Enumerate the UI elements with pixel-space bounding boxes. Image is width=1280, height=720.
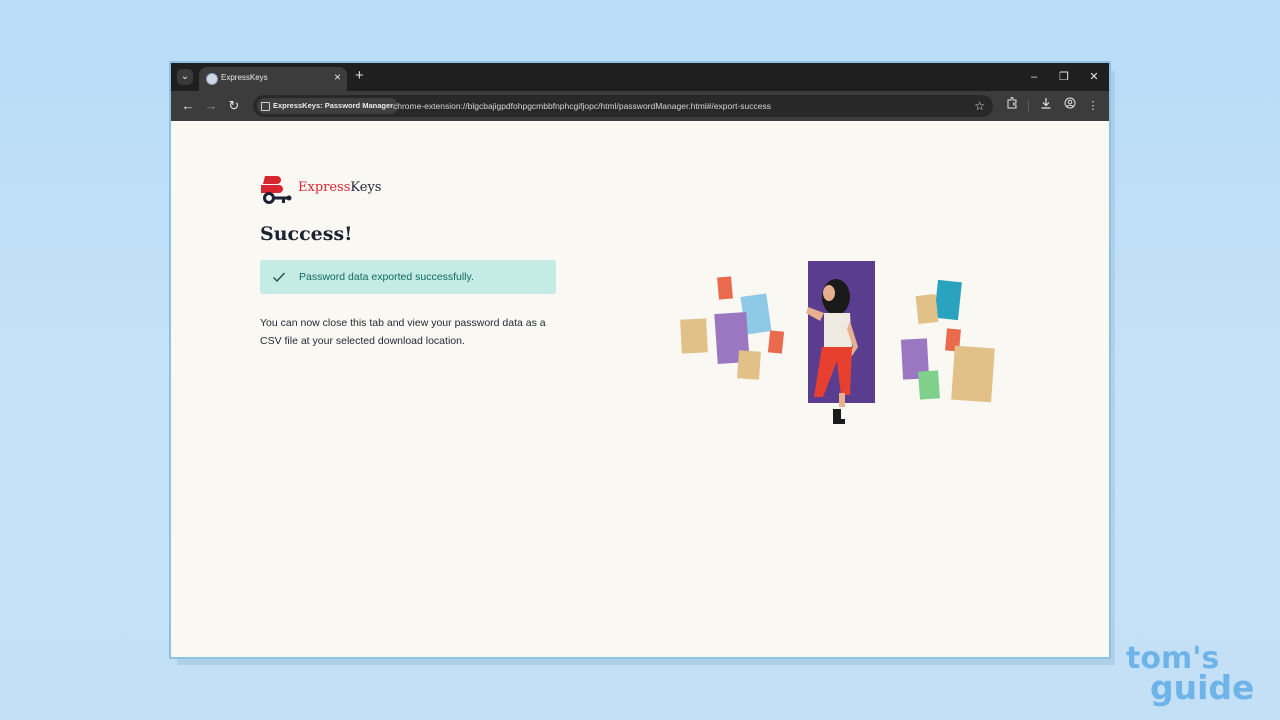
window-controls: – ❐ ✕ bbox=[1019, 63, 1109, 91]
restore-button[interactable]: ❐ bbox=[1049, 63, 1079, 91]
watermark-line2: guide bbox=[1150, 668, 1255, 707]
close-window-button[interactable]: ✕ bbox=[1079, 63, 1109, 91]
address-bar[interactable]: ExpressKeys: Password Manager chrome-ext… bbox=[253, 95, 993, 117]
minimize-button[interactable]: – bbox=[1019, 63, 1049, 91]
alert-message: Password data exported successfully. bbox=[299, 271, 474, 283]
reload-icon[interactable]: ↻ bbox=[225, 97, 243, 115]
page-content: ExpressKeys Success! Password data expor… bbox=[171, 121, 1109, 657]
expresskeys-logo: ExpressKeys bbox=[260, 174, 390, 204]
favicon-icon bbox=[206, 73, 218, 85]
site-info-chip[interactable]: ExpressKeys: Password Manager bbox=[257, 98, 399, 114]
extensions-icon[interactable] bbox=[1003, 97, 1021, 115]
profile-icon[interactable] bbox=[1061, 97, 1079, 115]
tab-expresskeys[interactable]: ExpressKeys × bbox=[199, 67, 347, 91]
page-title: Success! bbox=[260, 223, 353, 245]
export-success-illustration bbox=[680, 261, 995, 424]
site-chip-label: ExpressKeys: Password Manager bbox=[273, 101, 394, 110]
new-tab-button[interactable]: + bbox=[355, 67, 364, 85]
download-icon[interactable] bbox=[1037, 97, 1055, 115]
menu-kebab-icon[interactable]: ⋮ bbox=[1084, 97, 1102, 115]
expresskeys-logo-icon bbox=[261, 176, 292, 204]
toolbar-separator bbox=[1028, 100, 1029, 112]
extension-page-icon bbox=[261, 102, 270, 111]
url-text[interactable]: chrome-extension://blgcbajigpdfohpgcmbbf… bbox=[393, 95, 771, 117]
tab-search-button[interactable]: ⌄ bbox=[177, 69, 193, 85]
tab-title: ExpressKeys bbox=[221, 73, 268, 82]
success-alert: Password data exported successfully. bbox=[260, 260, 556, 294]
back-icon[interactable]: ← bbox=[179, 97, 197, 115]
toms-guide-watermark: tom's guide bbox=[1118, 644, 1268, 710]
logo-wordmark: ExpressKeys bbox=[298, 180, 382, 195]
bookmark-star-icon[interactable]: ☆ bbox=[974, 95, 985, 117]
checkmark-icon bbox=[273, 272, 286, 283]
browser-window: ⌄ ExpressKeys × + – ❐ ✕ ← → ↻ ExpressKey… bbox=[171, 63, 1109, 657]
tab-close-icon[interactable]: × bbox=[334, 70, 341, 84]
instructions-text: You can now close this tab and view your… bbox=[260, 317, 546, 347]
browser-toolbar: ← → ↻ ExpressKeys: Password Manager chro… bbox=[171, 91, 1109, 121]
forward-icon[interactable]: → bbox=[202, 97, 220, 115]
tab-bar: ⌄ ExpressKeys × + – ❐ ✕ bbox=[171, 63, 1109, 91]
